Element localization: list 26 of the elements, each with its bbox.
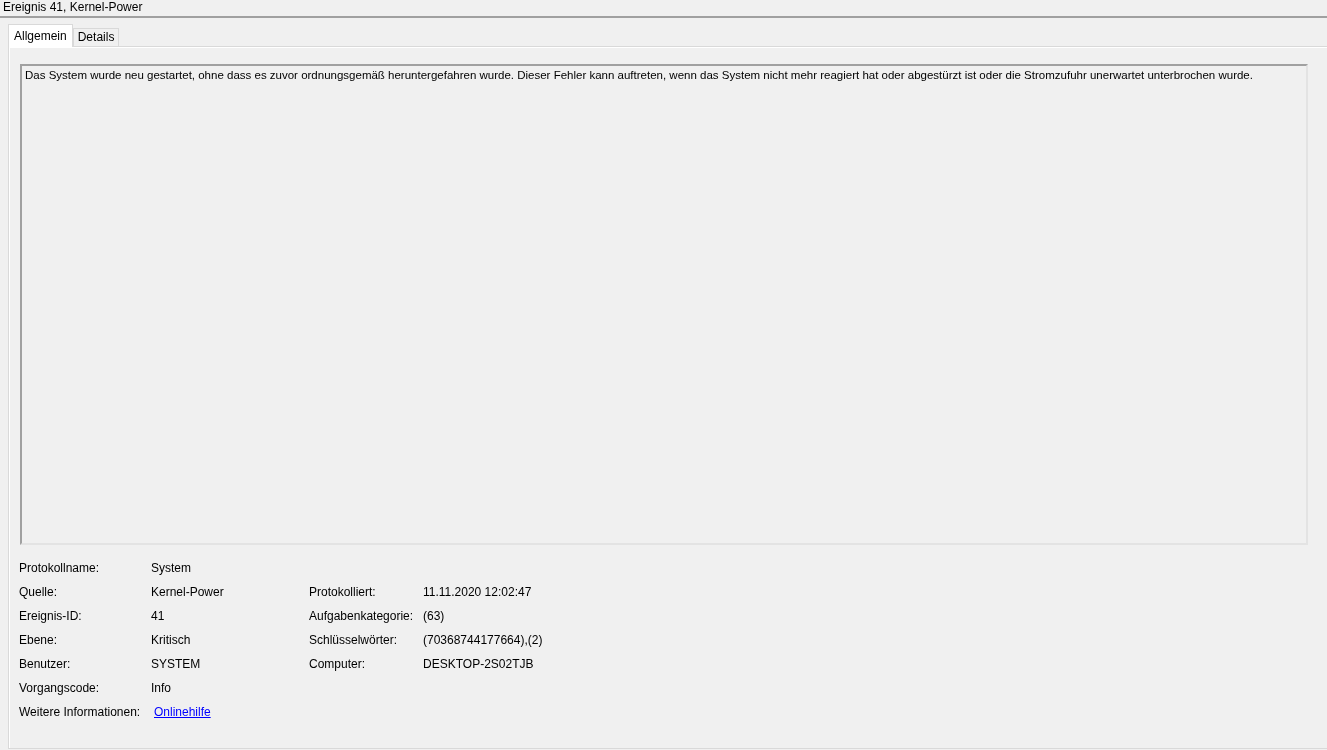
description-field[interactable]: Das System wurde neu gestartet, ohne dass es zuvor ordnungsgemäß heruntergefahren wurde. Dieser Fehler kann auftreten, wenn das System nicht mehr reagiert hat oder abgestürzt ist oder die Stromzufuhr unerwartet unterbrochen wurde. [20,64,1308,545]
property-label: Ereignis-ID: [19,608,82,625]
property-label: Schlüsselwörter: [309,632,398,649]
property-value: Kernel-Power [151,584,224,601]
property-value: (70368744177664),(2) [423,632,543,649]
property-value: Kritisch [151,632,191,649]
property-label: Ebene: [19,632,58,649]
tab[interactable]: Details [72,28,120,46]
window-title: Ereignis 41, Kernel-Power [0,0,1327,18]
property-label: Vorgangscode: [19,680,100,697]
property-value: SYSTEM [151,656,201,673]
property-value: Info [151,680,171,697]
property-label: Weitere Informationen: [19,704,141,721]
property-label: Protokollname: [19,560,100,577]
property-label: Quelle: [19,584,58,601]
property-label: Computer: [309,656,366,673]
tab[interactable]: Allgemein [8,24,73,47]
property-label: Aufgabenkategorie: [309,608,414,625]
property-label: Protokolliert: [309,584,376,601]
property-value: (63) [423,608,445,625]
property-label: Benutzer: [19,656,71,673]
property-value: DESKTOP-2S02TJB [423,656,534,673]
property-value: 41 [151,608,165,625]
property-value: 11.11.2020 12:02:47 [423,584,532,601]
help-link[interactable]: Onlinehilfe [154,703,211,721]
property-value: System [151,560,191,577]
